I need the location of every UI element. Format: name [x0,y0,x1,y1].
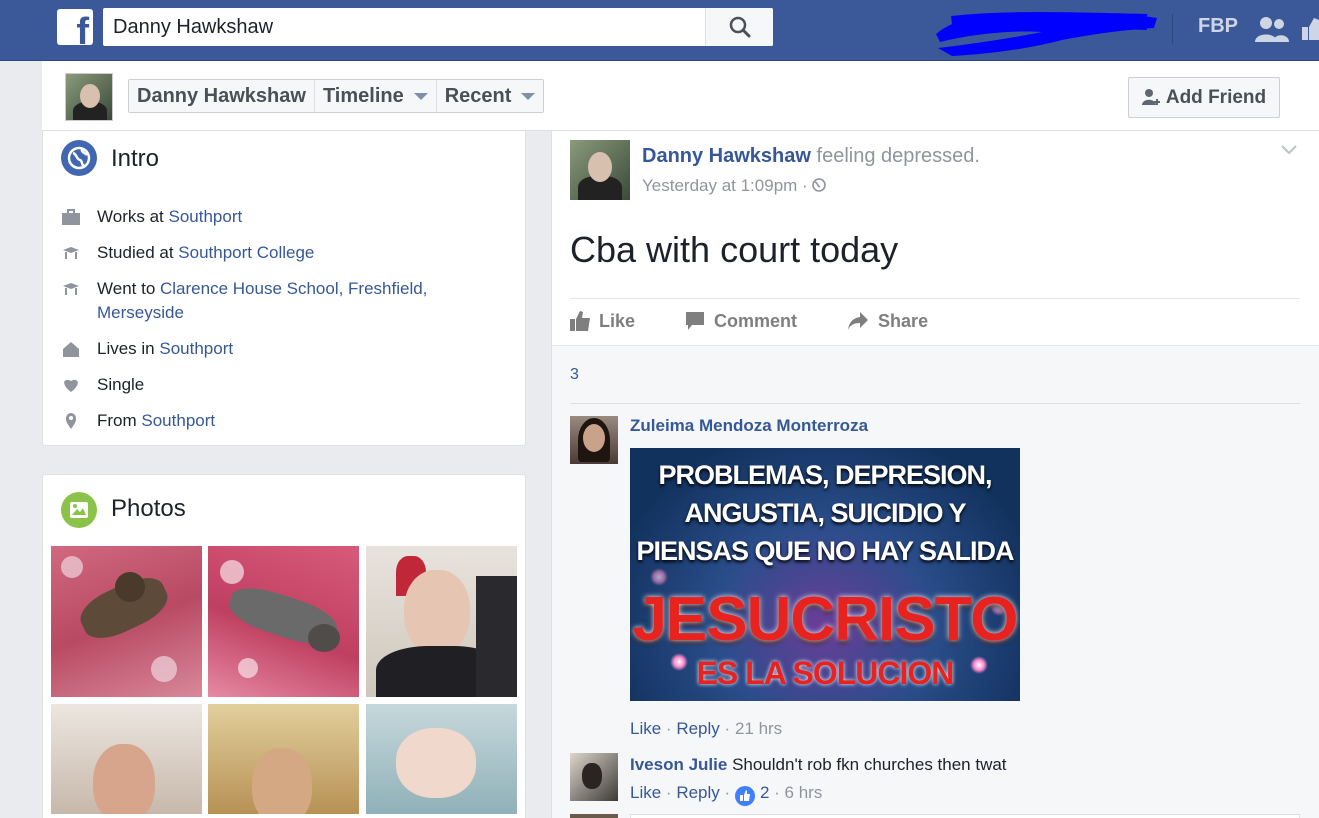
photos-icon [61,492,97,528]
commenter-avatar[interactable] [570,753,618,801]
commenter-name-link[interactable]: Zuleima Mendoza Monterroza [630,416,868,436]
timeline-dropdown[interactable]: Timeline [315,80,437,112]
intro-item-school: Went to Clarence House School, Freshfiel… [61,277,501,325]
intro-item-relationship: Single [61,373,501,397]
like-reaction-icon [734,786,755,806]
top-navigation-bar: f Danny Hawkshaw FBP [0,0,1319,61]
search-button[interactable] [705,8,773,46]
photo-thumbnail[interactable] [208,704,359,814]
redaction-scribble [936,12,1157,56]
lives-link[interactable]: Southport [159,339,233,358]
briefcase-icon [62,209,80,225]
comment-like-link[interactable]: Like [630,719,661,738]
profile-nav: Danny Hawkshaw Timeline Recent [128,79,545,113]
post-divider [570,298,1300,299]
from-link[interactable]: Southport [141,411,215,430]
post-author-link[interactable]: Danny Hawkshaw [642,145,811,167]
post-header: Danny Hawkshaw feeling depressed. [642,145,980,168]
post-author-avatar[interactable] [570,140,630,200]
comment-body: Iveson Julie Shouldn't rob fkn churches … [630,755,1007,775]
photos-card: Photos [42,474,526,818]
commenter-avatar[interactable] [570,416,618,464]
chevron-down-icon [413,92,428,100]
thumbs-up-icon [570,311,590,331]
comment-image-text: PROBLEMAS, DEPRESION, ANGUSTIA, SUICIDIO… [636,460,1014,566]
comment-like-link[interactable]: Like [630,783,661,803]
friend-requests-icon[interactable] [1255,16,1291,42]
add-friend-button[interactable]: Add Friend [1128,77,1280,118]
globe-icon [812,178,827,192]
comment-reply-link[interactable]: Reply [676,719,719,738]
add-friend-icon [1141,88,1160,105]
post-feeling: feeling depressed. [816,145,980,167]
reaction-count[interactable]: 2 [760,783,769,803]
likes-count[interactable]: 3 [570,366,579,384]
graduation-cap-icon [63,247,79,259]
photos-title: Photos [111,495,186,522]
comment-time[interactable]: 6 hrs [785,783,823,803]
topbar-divider [1172,14,1173,44]
post-card: Danny Hawkshaw feeling depressed. Yester… [551,131,1319,818]
comment-meta: Like · Reply · 21 hrs [630,719,783,738]
globe-icon [61,140,97,176]
location-pin-icon [66,413,76,429]
commenter-avatar[interactable] [570,814,618,818]
like-button[interactable]: Like [570,311,635,332]
post-text: Cba with court today [570,229,899,270]
search-input[interactable]: Danny Hawkshaw [103,8,773,46]
work-link[interactable]: Southport [168,207,242,226]
intro-item-from: From Southport [61,409,501,433]
share-icon [848,312,869,330]
profile-header-bar: Danny Hawkshaw Timeline Recent Add Frien… [42,61,1319,131]
chevron-down-icon [521,92,536,100]
photo-thumbnail[interactable] [51,546,202,697]
comments-divider [570,403,1300,404]
comment-icon [686,312,705,330]
intro-item-studied: Studied at Southport College [61,241,501,265]
comment-image-subline: ES LA SOLUCION [696,655,955,691]
photo-thumbnail[interactable] [366,546,517,697]
share-button[interactable]: Share [847,311,928,332]
home-icon [63,342,79,357]
comments-section: 3 Zuleima Mendoza Monterroza PROBLEMAS, … [552,345,1319,818]
comment-text: Shouldn't rob fkn churches then twat [732,755,1007,774]
comment-meta: Like · Reply · 2 · 6 hrs [630,783,823,806]
chevron-down-icon[interactable] [1281,145,1297,155]
profile-avatar[interactable] [65,73,113,121]
post-timestamp: Yesterday at 1:09pm · [642,176,827,196]
photo-thumbnail[interactable] [366,704,517,814]
intro-item-work: Works at Southport [61,205,501,229]
photo-thumbnail[interactable] [51,704,202,814]
recent-dropdown[interactable]: Recent [437,80,544,112]
post-time-link[interactable]: Yesterday at 1:09pm [642,176,797,195]
intro-card: Intro Works at Southport Studied at Sout… [42,131,526,446]
commenter-name-link[interactable]: Iveson Julie [630,755,727,774]
reply-input[interactable] [630,814,1300,818]
search-input-value: Danny Hawkshaw [113,16,274,38]
comment-reply-link[interactable]: Reply [676,783,719,803]
graduation-cap-icon [63,283,79,295]
facebook-logo[interactable]: f [57,9,93,45]
comment-image[interactable]: PROBLEMAS, DEPRESION, ANGUSTIA, SUICIDIO… [630,448,1020,701]
comment-image-headline: JESUCRISTO [632,585,1018,654]
heart-icon [64,379,78,392]
comment-button[interactable]: Comment [685,311,797,332]
profile-name-link[interactable]: Danny Hawkshaw [129,80,315,112]
intro-title: Intro [111,145,160,172]
studied-link[interactable]: Southport College [178,243,314,262]
intro-list: Works at Southport Studied at Southport … [61,205,501,445]
thumbs-up-icon[interactable] [1302,18,1319,40]
intro-item-lives: Lives in Southport [61,337,501,361]
shortcut-link[interactable]: FBP [1198,15,1238,38]
post-actions: Like Comment Share [570,309,978,333]
search-icon [729,16,751,38]
comment-time[interactable]: 21 hrs [735,719,782,738]
photo-thumbnail[interactable] [208,546,359,697]
